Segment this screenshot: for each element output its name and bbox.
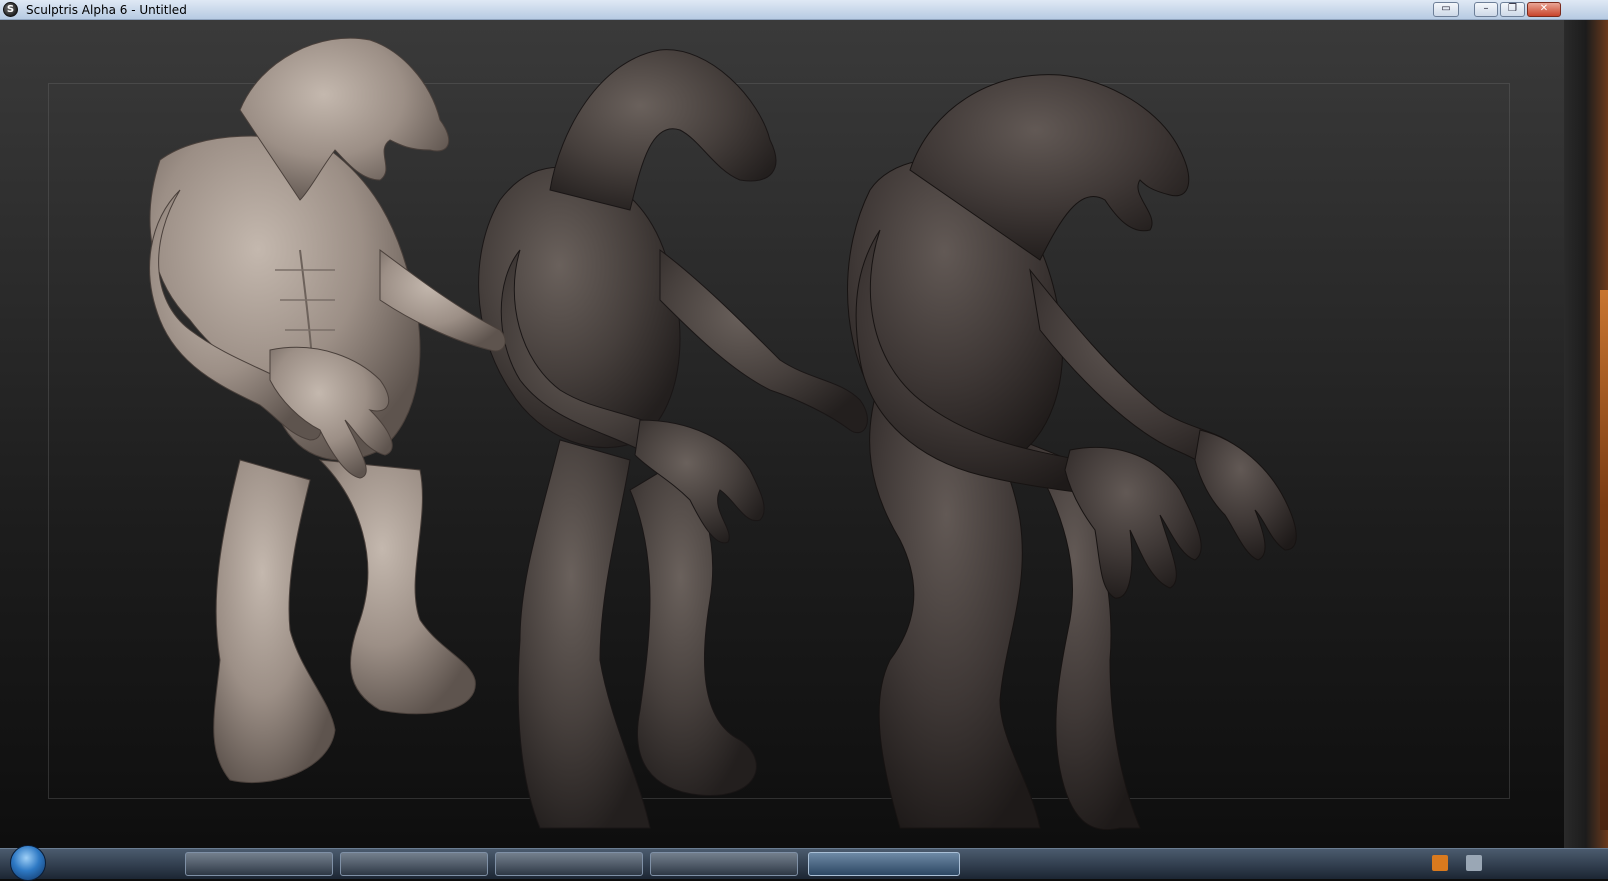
start-button[interactable] — [10, 845, 46, 881]
sculpt-viewport[interactable] — [0, 20, 1564, 848]
creature-model-middle[interactable] — [478, 49, 868, 829]
window-title: Sculptris Alpha 6 - Untitled — [26, 3, 187, 17]
sculptris-app-icon[interactable]: S — [3, 2, 18, 17]
title-bar: S Sculptris Alpha 6 - Untitled ▭ – ❐ ✕ — [0, 0, 1608, 20]
taskbar-item[interactable] — [495, 852, 643, 876]
minimize-button[interactable]: – — [1474, 2, 1498, 17]
models-canvas — [149, 37, 1297, 831]
desktop-background-strip — [1564, 20, 1608, 848]
tile-window-icon[interactable]: ▭ — [1433, 2, 1459, 17]
restore-button[interactable]: ❐ — [1500, 2, 1525, 17]
close-button[interactable]: ✕ — [1527, 2, 1561, 17]
taskbar-item[interactable] — [340, 852, 488, 876]
network-icon[interactable] — [1466, 855, 1482, 871]
desktop-wallpaper-edge — [1600, 290, 1608, 830]
taskbar — [0, 845, 1608, 881]
creature-model-detailed[interactable] — [149, 37, 506, 784]
flag-icon[interactable] — [1432, 855, 1448, 871]
taskbar-item[interactable] — [650, 852, 798, 876]
taskbar-item-sculptris[interactable] — [808, 852, 960, 876]
creature-model-front[interactable] — [847, 74, 1297, 831]
taskbar-item[interactable] — [185, 852, 333, 876]
